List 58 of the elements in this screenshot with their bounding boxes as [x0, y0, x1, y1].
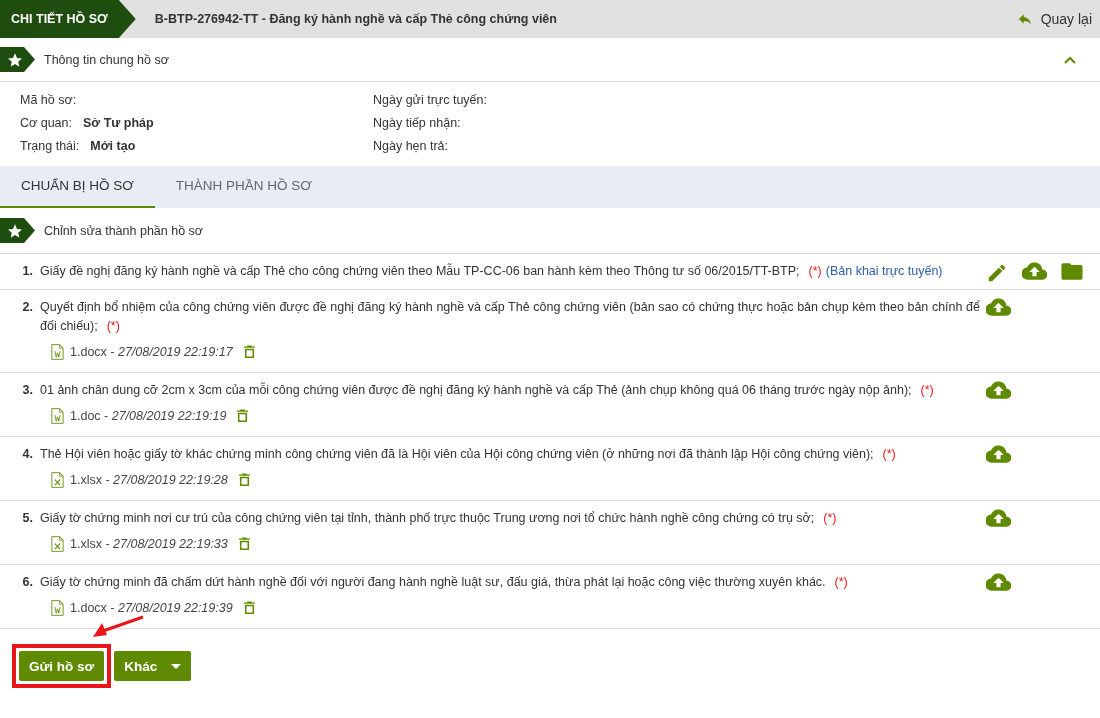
field-label: Ngày tiếp nhận:: [373, 116, 461, 130]
field-label: Ngày hẹn trả:: [373, 139, 449, 153]
document-text: Thẻ Hội viên hoặc giấy tờ khác chứng minh công chứng viên đã là Hội viên của Hội công chứng viên (ở những nơi đã thành lập Hội công chứng viên); (*): [40, 446, 897, 463]
reply-icon: [1016, 11, 1033, 27]
word-file-icon: [51, 599, 64, 616]
document-text: 01 ảnh chân dung cỡ 2cm x 3cm của mỗi công chứng viên được đề nghị đăng ký hành nghề và cấp Thẻ (ảnh chụp không quá 06 tháng trước ngày nộp ảnh); (*): [40, 381, 935, 399]
item-number: 5.: [21, 510, 34, 527]
cloud-upload-icon[interactable]: [986, 573, 1011, 592]
cloud-upload-icon[interactable]: [986, 381, 1011, 400]
document-text: Giấy tờ chứng minh nơi cư trú của công chứng viên tại tỉnh, thành phố trực thuộc Trung ương nơi tổ chức hành nghề công chứng có trụ sở; (*): [40, 510, 838, 527]
excel-file-icon: [51, 471, 64, 488]
item-number: 6.: [21, 574, 34, 591]
cloud-upload-icon[interactable]: [986, 509, 1011, 528]
page-title: B-BTP-276942-TT - Đăng ký hành nghề và cấp Thẻ công chứng viên: [153, 12, 558, 26]
file-link[interactable]: 1.xlsx - 27/08/2019 22:19:33: [70, 536, 228, 551]
field-value: Mới tạo: [90, 139, 136, 153]
star-icon: [7, 51, 23, 68]
submit-button[interactable]: Gửi hồ sơ: [19, 651, 105, 681]
document-text: Giấy tờ chứng minh đã chấm dứt hành nghề đối với người đang hành nghề luật sư, đấu giá, thừa phát lại hoặc công việc thường xuyên khác. (*): [40, 574, 849, 591]
section-title: Chỉnh sửa thành phần hồ sơ: [44, 223, 205, 238]
trash-icon[interactable]: [243, 601, 255, 614]
back-link[interactable]: Quay lại: [1016, 11, 1092, 27]
field-label: Trạng thái:: [20, 139, 80, 153]
online-form-link[interactable]: (Bản khai trực tuyến): [825, 264, 943, 278]
field-value: Sở Tư pháp: [83, 116, 154, 130]
tab[interactable]: THÀNH PHẦN HỒ SƠ: [154, 166, 333, 208]
field-label: Ngày gửi trực tuyến:: [373, 93, 487, 107]
document-text: Quyết định bổ nhiệm của công chứng viên được đề nghị đăng ký hành nghề và cấp Thẻ công chứng viên (bản sao có chứng thực hoặc bản chụp kèm theo bản chính để đối chiếu); (*): [40, 299, 980, 335]
more-dropdown-button[interactable]: Khác: [114, 651, 192, 681]
page-badge: CHI TIẾT HỒ SƠ: [0, 0, 136, 38]
section-title: Thông tin chung hồ sơ: [44, 52, 170, 67]
item-number: 4.: [21, 446, 34, 463]
folder-icon[interactable]: [1061, 262, 1083, 281]
word-file-icon: [51, 343, 64, 360]
tab[interactable]: CHUẨN BỊ HỒ SƠ: [0, 166, 155, 208]
file-link[interactable]: 1.doc - 27/08/2019 22:19:19: [70, 408, 227, 423]
file-link[interactable]: 1.docx - 27/08/2019 22:19:39: [70, 600, 233, 615]
trash-icon[interactable]: [243, 345, 255, 358]
excel-file-icon: [51, 535, 64, 552]
star-icon: [7, 222, 23, 239]
trash-icon[interactable]: [237, 409, 249, 422]
cloud-upload-icon[interactable]: [986, 298, 1011, 317]
trash-icon[interactable]: [238, 537, 250, 550]
caret-icon: [171, 663, 182, 669]
file-link[interactable]: 1.docx - 27/08/2019 22:19:17: [70, 344, 233, 359]
collapse-icon[interactable]: [1064, 55, 1076, 64]
item-number: 1.: [21, 263, 34, 280]
trash-icon[interactable]: [238, 473, 250, 486]
item-number: 2.: [21, 299, 34, 316]
file-link[interactable]: 1.xlsx - 27/08/2019 22:19:28: [70, 472, 228, 487]
cloud-upload-icon[interactable]: [1022, 262, 1047, 281]
cloud-upload-icon[interactable]: [986, 445, 1011, 464]
document-text: Giấy đề nghị đăng ký hành nghề và cấp Thẻ cho công chứng viên theo Mẫu TP-CC-06 ban hành kèm theo Thông tư số 06/2015/TT-BTP; (*) (Bản khai trực tuyến): [40, 262, 944, 280]
field-label: Mã hồ sơ:: [20, 93, 77, 107]
field-label: Cơ quan:: [20, 116, 72, 130]
item-number: 3.: [21, 382, 34, 399]
pencil-icon[interactable]: [986, 262, 1008, 284]
word-file-icon: [51, 407, 64, 424]
